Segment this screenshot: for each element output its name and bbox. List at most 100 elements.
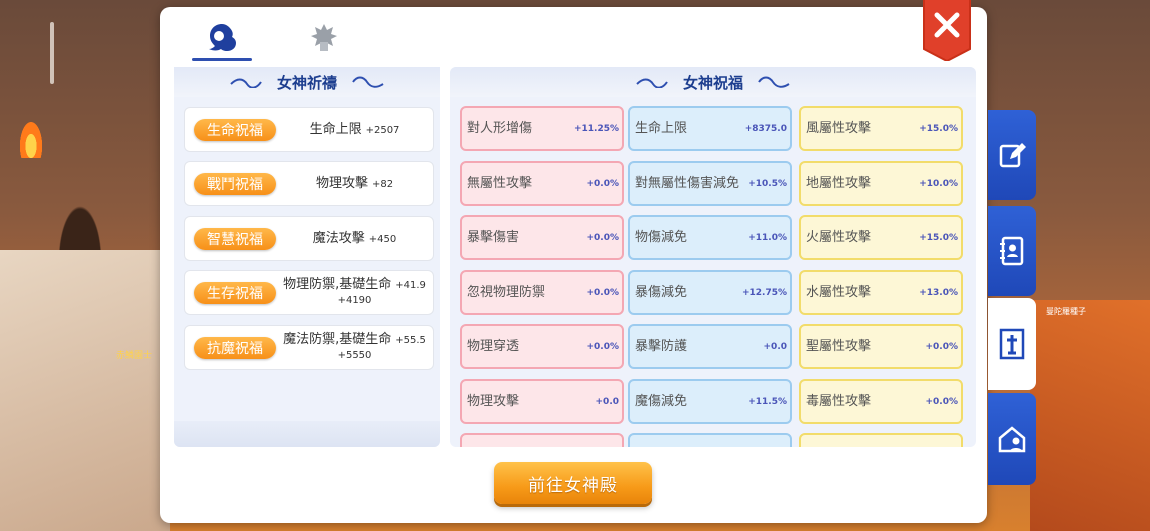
blessing-panel[interactable]: 女神祝福 對人形增傷 +11.25% 無屬性攻擊 +0.0% 暴擊傷害 +0.0…: [450, 67, 976, 447]
blessing-name: 水屬性攻擊: [806, 284, 872, 300]
swirl-right-icon: [352, 76, 384, 88]
prayer-button[interactable]: 生存祝福: [194, 282, 276, 304]
blessing-value: +0.0%: [586, 178, 619, 189]
blessing-value: +10.5%: [748, 178, 787, 189]
prayer-stat-bonus: +82: [371, 178, 394, 190]
blessing-card: 聖屬性攻擊 +0.0%: [799, 324, 963, 369]
fire-icon: [18, 118, 44, 158]
blessing-card: 風屬性攻擊 +15.0%: [799, 106, 963, 151]
swirl-right-icon: [758, 76, 790, 88]
blessing-name: 暴擊防護: [635, 338, 688, 354]
blessing-value: +15.0%: [919, 232, 958, 243]
ground-left: [0, 250, 170, 531]
prayer-item: 抗魔祝福 魔法防禦,基礎生命 +55.5 +5550: [184, 325, 434, 370]
side-tab-home[interactable]: [988, 393, 1036, 485]
prayer-button[interactable]: 抗魔祝福: [194, 337, 276, 359]
blessing-value: +0.0%: [925, 341, 958, 352]
blessing-card: 對人形增傷 +11.25%: [460, 106, 624, 151]
go-to-temple-button[interactable]: 前往女神殿: [494, 462, 652, 504]
prayer-stat-bonus-2: +4190: [337, 295, 372, 306]
side-tab-edit[interactable]: [988, 110, 1036, 200]
blessing-name: 毒屬性攻擊: [806, 393, 872, 409]
prayer-stat-bonus: +41.9: [395, 280, 426, 291]
dialog-tabs: [160, 7, 987, 67]
tab-emblem[interactable]: [294, 15, 354, 61]
blessing-card: 魔傷減免 +11.5%: [628, 379, 792, 424]
scene-handle: [50, 22, 54, 84]
prayer-stat-name: 物理防禦,基礎生命: [283, 277, 392, 292]
blessing-card: 忽視物理防禦 +0.0%: [460, 270, 624, 315]
blessing-name: 物傷減免: [635, 229, 688, 245]
swirl-left-icon: [636, 78, 668, 88]
blessing-name: 風屬性攻擊: [806, 120, 872, 136]
blessing-value: +0.0%: [925, 396, 958, 407]
tab-goddess[interactable]: [192, 15, 252, 61]
blessing-value: +11.25%: [573, 123, 619, 134]
blessing-value: +10.0%: [919, 178, 958, 189]
blessing-card: 生命上限 +8375.0: [628, 106, 792, 151]
dead-tree: [0, 60, 160, 260]
prayer-item: 生命祝福 生命上限 +2507: [184, 107, 434, 152]
blessing-value: +0.0%: [586, 341, 619, 352]
prayer-title: 女神祈禱: [276, 73, 337, 92]
blessing-card: 毒屬性攻擊 +0.0%: [799, 379, 963, 424]
blessing-value: +0.0%: [586, 232, 619, 243]
blessing-name: 火屬性攻擊: [806, 229, 872, 245]
blessing-value: +15.0%: [919, 123, 958, 134]
prayer-panel: 女神祈禱 生命祝福 生命上限 +2507 戰鬥祝福 物理攻擊 +82 智慧祝福 …: [174, 67, 440, 447]
blessing-name: 物理穿透: [467, 338, 520, 354]
prayer-item: 智慧祝福 魔法攻擊 +450: [184, 216, 434, 261]
prayer-button[interactable]: 智慧祝福: [194, 228, 276, 250]
blessing-card: 火屬性攻擊 +15.0%: [799, 215, 963, 260]
blessing-card: 暴擊傷害 +0.0%: [460, 215, 624, 260]
blessing-name: 對人形增傷: [467, 120, 533, 136]
prayer-stat-name: 物理攻擊: [315, 175, 368, 191]
prayer-stat-bonus: +2507: [365, 124, 400, 136]
prayer-item: 生存祝福 物理防禦,基礎生命 +41.9 +4190: [184, 270, 434, 315]
prayer-button[interactable]: 戰鬥祝福: [194, 173, 276, 195]
goddess-dialog: 女神祈禱 生命祝福 生命上限 +2507 戰鬥祝福 物理攻擊 +82 智慧祝福 …: [160, 0, 987, 523]
blessing-card: 物理穿透 +0.0%: [460, 324, 624, 369]
prayer-footer: [174, 421, 440, 447]
prayer-header: 女神祈禱: [174, 67, 440, 97]
blessing-card: 物傷減免 +11.0%: [628, 215, 792, 260]
blessing-value: +12.75%: [741, 287, 787, 298]
close-button[interactable]: [922, 0, 972, 61]
blessing-name: 對無屬性傷害減免: [635, 175, 740, 191]
prayer-stat-name: 魔法防禦,基礎生命: [283, 332, 392, 347]
prayer-stat-bonus: +55.5: [395, 335, 426, 346]
blessing-name: 生命上限: [635, 120, 688, 136]
ground-right: [1030, 300, 1150, 531]
blessing-name: 暴傷減免: [635, 284, 688, 300]
blessing-value: +0.0%: [586, 287, 619, 298]
blessing-card: 對無屬性傷害減免 +10.5%: [628, 161, 792, 206]
blessing-value: +11.5%: [748, 396, 787, 407]
prayer-stat-bonus-2: +5550: [337, 350, 372, 361]
edit-icon: [999, 143, 1026, 168]
blessing-name: 物理攻擊: [467, 393, 520, 409]
blessing-card: 暴傷減免 +12.75%: [628, 270, 792, 315]
blessing-name: 忽視物理防禦: [467, 284, 546, 300]
prayer-stat-name: 魔法攻擊: [312, 230, 365, 246]
prayer-button[interactable]: 生命祝福: [194, 119, 276, 141]
side-tab-goddess[interactable]: [988, 298, 1036, 390]
blessing-value: +0.0: [763, 341, 787, 352]
goddess-head-icon: [209, 24, 236, 51]
blessing-value: +0.0: [595, 396, 619, 407]
blessing-card: 水屬性攻擊 +13.0%: [799, 270, 963, 315]
blessing-card-partial: [628, 433, 792, 447]
emblem-icon: [311, 24, 337, 51]
side-tab-contacts[interactable]: [988, 206, 1036, 296]
blessing-value: +8375.0: [744, 123, 787, 134]
prayer-stat-name: 生命上限: [309, 121, 362, 137]
blessing-card: 暴擊防護 +0.0: [628, 324, 792, 369]
home-user-icon: [998, 426, 1026, 453]
npc-name-right: 曼陀羅種子: [1046, 307, 1086, 316]
contact-book-icon: [1000, 236, 1024, 266]
blessing-title: 女神祝福: [682, 73, 743, 92]
blessing-name: 聖屬性攻擊: [806, 338, 872, 354]
blessing-card: 地屬性攻擊 +10.0%: [799, 161, 963, 206]
blessing-card-partial: [799, 433, 963, 447]
blessing-value: +11.0%: [748, 232, 787, 243]
blessing-name: 無屬性攻擊: [467, 175, 533, 191]
